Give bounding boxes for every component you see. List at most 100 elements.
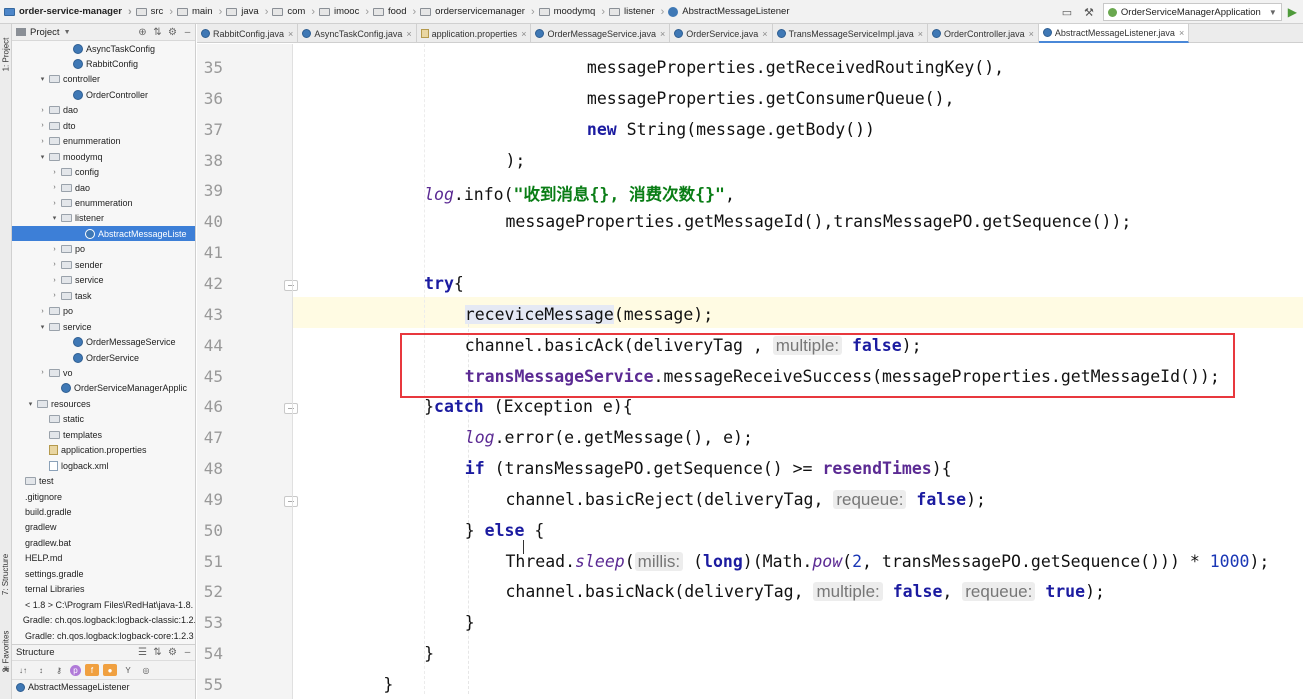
tree-item[interactable]: build.gradle (12, 505, 195, 520)
locate-icon[interactable]: ⊕ (135, 27, 150, 38)
close-icon[interactable]: × (288, 29, 293, 39)
show-fields-icon[interactable]: f (85, 664, 99, 676)
tree-item[interactable]: › dao (12, 180, 195, 195)
code-line[interactable]: } (383, 675, 393, 699)
tree-item[interactable]: AsyncTaskConfig (12, 41, 195, 56)
breadcrumb-item[interactable]: com › (272, 6, 315, 18)
code-line[interactable]: messageProperties.getConsumerQueue(), (587, 89, 955, 113)
tree-item[interactable]: ternal Libraries (12, 582, 195, 597)
structure-tool-tab[interactable]: 7: Structure (0, 544, 12, 604)
code-line[interactable]: channel.basicNack(deliveryTag, multiple:… (506, 582, 1105, 606)
close-icon[interactable]: × (660, 29, 665, 39)
code-line[interactable]: try{ (424, 274, 464, 298)
editor-tab[interactable]: OrderService.java × (670, 24, 773, 43)
editor-tab[interactable]: RabbitConfig.java × (197, 24, 299, 43)
chevron-right-icon[interactable]: › (38, 138, 47, 145)
breadcrumb-item[interactable]: AbstractMessageListener (668, 6, 790, 17)
collapse-all-icon[interactable]: ⇅ (150, 647, 165, 658)
editor-tab[interactable]: OrderMessageService.java × (531, 24, 671, 43)
editor-tab[interactable]: TransMessageServiceImpl.java × (773, 24, 929, 43)
tree-item[interactable]: test (12, 474, 195, 489)
gear-icon[interactable]: ⚙ (165, 27, 180, 38)
tree-item[interactable]: › po (12, 242, 195, 257)
chevron-down-icon[interactable]: ▾ (38, 153, 47, 161)
tree-item[interactable]: RabbitConfig (12, 56, 195, 71)
tree-item[interactable]: OrderController (12, 87, 195, 102)
chevron-right-icon[interactable]: › (50, 169, 59, 176)
tree-item[interactable]: › po (12, 304, 195, 319)
code-line[interactable]: messageProperties.getMessageId(),transMe… (506, 212, 1132, 236)
breadcrumb-item[interactable]: moodymq › (538, 6, 605, 18)
tree-item[interactable]: application.properties (12, 443, 195, 458)
tree-item[interactable]: › enummeration (12, 196, 195, 211)
build-hammer-icon[interactable]: ⚒ (1081, 4, 1097, 20)
code-line[interactable]: } (424, 644, 434, 668)
tree-item[interactable]: OrderService (12, 350, 195, 365)
tree-item[interactable]: ▾ controller (12, 72, 195, 87)
chevron-down-icon[interactable]: ▾ (38, 323, 47, 331)
tree-item[interactable]: › enummeration (12, 134, 195, 149)
structure-item[interactable]: AbstractMessageListener (12, 679, 195, 694)
tree-item[interactable]: templates (12, 427, 195, 442)
tree-item[interactable]: OrderServiceManagerApplic (12, 381, 195, 396)
layout-icon[interactable]: ▭ (1059, 4, 1075, 20)
code-line[interactable]: } else { (465, 521, 545, 545)
tree-item[interactable]: logback.xml (12, 458, 195, 473)
autoscroll-icon[interactable]: ◎ (139, 664, 153, 676)
chevron-right-icon[interactable]: › (38, 369, 47, 376)
fold-marker-icon[interactable] (284, 403, 298, 415)
tree-item[interactable]: Gradle: ch.qos.logback:logback-core:1.2.… (12, 628, 195, 643)
chevron-right-icon[interactable]: › (50, 292, 59, 299)
code-line[interactable]: receviceMessage(message); (464, 304, 713, 329)
code-line[interactable]: if (transMessagePO.getSequence() >= rese… (465, 459, 952, 483)
chevron-right-icon[interactable]: › (50, 277, 59, 284)
tree-item[interactable]: › vo (12, 365, 195, 380)
tree-item[interactable]: › dto (12, 118, 195, 133)
close-icon[interactable]: × (521, 29, 526, 39)
tree-item[interactable]: ▾ listener (12, 211, 195, 226)
tree-item[interactable]: HELP.md (12, 551, 195, 566)
tree-item[interactable]: › config (12, 165, 195, 180)
chevron-right-icon[interactable]: › (38, 308, 47, 315)
code-line[interactable]: Thread.sleep(millis: (long)(Math.pow(2, … (506, 551, 1269, 576)
run-icon[interactable]: ▶ (1288, 5, 1297, 19)
show-non-public-icon[interactable]: ● (103, 664, 117, 676)
chevron-right-icon[interactable]: › (50, 200, 59, 207)
project-panel-title[interactable]: Project (30, 27, 60, 38)
tree-item[interactable]: › dao (12, 103, 195, 118)
code-line[interactable]: log.error(e.getMessage(), e); (465, 428, 753, 452)
tree-item[interactable]: AbstractMessageListe (12, 226, 195, 242)
chevron-right-icon[interactable]: › (50, 184, 59, 191)
expand-all-icon[interactable]: ☰ (135, 647, 150, 658)
chevron-right-icon[interactable]: › (38, 122, 47, 129)
code-line[interactable]: } (465, 613, 475, 637)
sort-by-type-icon[interactable]: ↓↑ (16, 664, 30, 676)
chevron-right-icon[interactable]: › (50, 246, 59, 253)
hide-icon[interactable]: – (180, 647, 195, 658)
tree-item[interactable]: settings.gradle (12, 566, 195, 581)
tree-item[interactable]: gradlew.bat (12, 535, 195, 550)
breadcrumb-item[interactable]: imooc › (318, 6, 369, 18)
tree-item[interactable]: ▾ service (12, 319, 195, 334)
editor-tab[interactable]: AbstractMessageListener.java × (1038, 24, 1190, 43)
tree-item[interactable]: Gradle: ch.qos.logback:logback-classic:1… (12, 613, 195, 628)
code-line[interactable]: messageProperties.getReceivedRoutingKey(… (587, 58, 1004, 82)
breadcrumb-item[interactable]: orderservicemanager › (420, 6, 535, 18)
star-icon[interactable]: ★ (2, 664, 10, 675)
close-icon[interactable]: × (406, 29, 411, 39)
editor-tab[interactable]: AsyncTaskConfig.java × (298, 24, 417, 43)
code-line[interactable]: }catch (Exception e){ (424, 397, 633, 421)
code-line[interactable]: log.info("收到消息{}, 消费次数{}", (424, 181, 735, 205)
editor-tab[interactable]: OrderController.java × (928, 24, 1039, 43)
chevron-right-icon[interactable]: › (50, 261, 59, 268)
chevron-down-icon[interactable]: ▼ (64, 29, 71, 36)
breadcrumb-item[interactable]: listener › (609, 6, 664, 18)
fold-marker-icon[interactable] (284, 279, 298, 291)
close-icon[interactable]: × (762, 29, 767, 39)
chevron-down-icon[interactable]: ▾ (26, 400, 35, 408)
tree-item[interactable]: gradlew (12, 520, 195, 535)
run-configuration-select[interactable]: OrderServiceManagerApplication ▼ (1102, 3, 1282, 21)
project-tool-tab[interactable]: 1: Project (0, 28, 12, 80)
filter-icon[interactable]: Y (121, 664, 135, 676)
tree-item[interactable]: .gitignore (12, 489, 195, 504)
